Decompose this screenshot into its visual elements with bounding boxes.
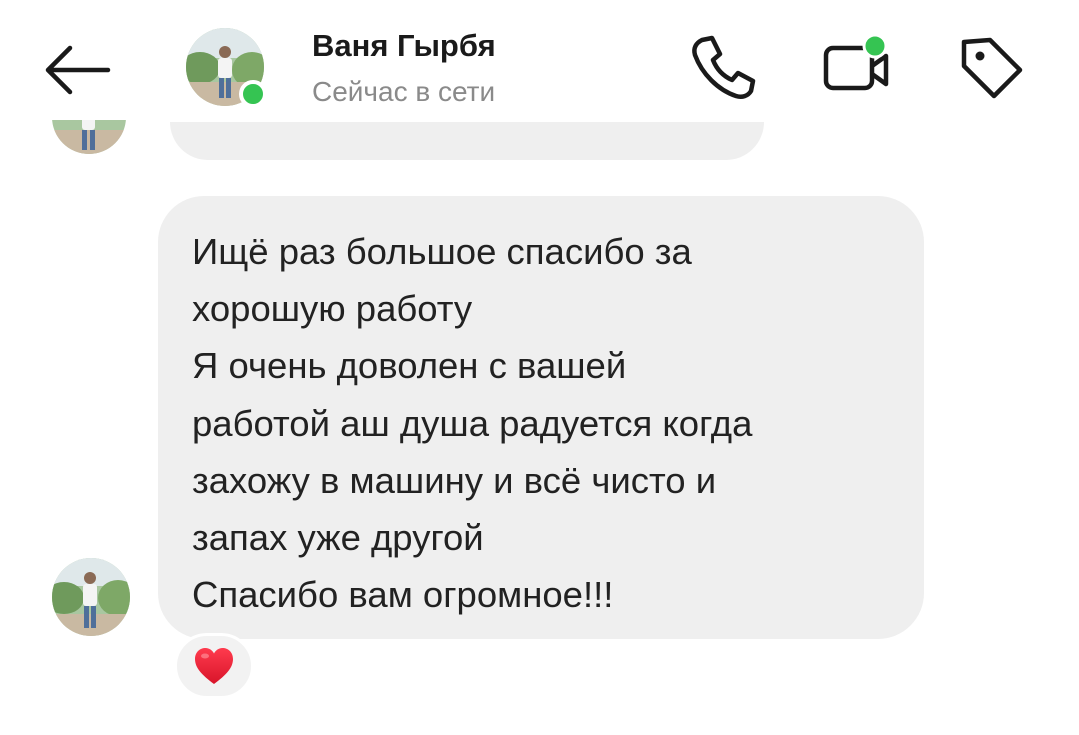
heart-icon (195, 648, 233, 684)
contact-name[interactable]: Ваня Гырбя (312, 28, 496, 64)
online-status-dot (239, 80, 267, 108)
sender-avatar[interactable] (52, 558, 130, 636)
back-arrow-icon (45, 45, 111, 95)
message-bubble[interactable]: Ищё раз большое спасибо за хорошую работ… (158, 196, 924, 639)
heart-reaction[interactable] (174, 633, 254, 699)
tag-button[interactable] (952, 28, 1028, 104)
previous-message-avatar (52, 120, 126, 160)
video-call-icon (823, 33, 889, 91)
previous-message-bubble[interactable] (170, 122, 764, 160)
message-text: Ищё раз большое спасибо за хорошую работ… (192, 231, 753, 616)
voice-call-button[interactable] (688, 32, 758, 102)
avatar-photo (52, 120, 126, 154)
phone-icon (692, 35, 756, 100)
back-button[interactable] (40, 40, 114, 100)
video-call-button[interactable] (820, 32, 892, 102)
tag-icon (961, 37, 1023, 99)
online-status-text: Сейчас в сети (312, 76, 496, 107)
avatar-photo (52, 558, 130, 636)
